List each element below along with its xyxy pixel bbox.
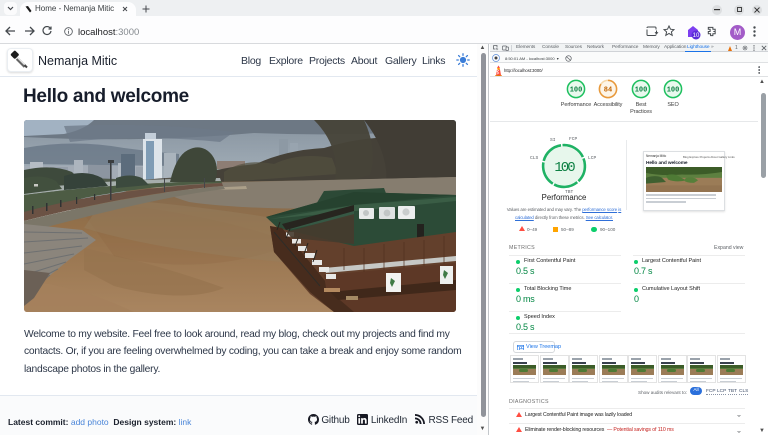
svg-text:84: 84 <box>604 87 612 95</box>
svg-text:100: 100 <box>667 87 680 95</box>
svg-text:10: 10 <box>693 33 700 39</box>
svg-text:100: 100 <box>635 87 648 95</box>
svg-text:100: 100 <box>570 87 583 95</box>
svg-text:100: 100 <box>554 160 575 176</box>
